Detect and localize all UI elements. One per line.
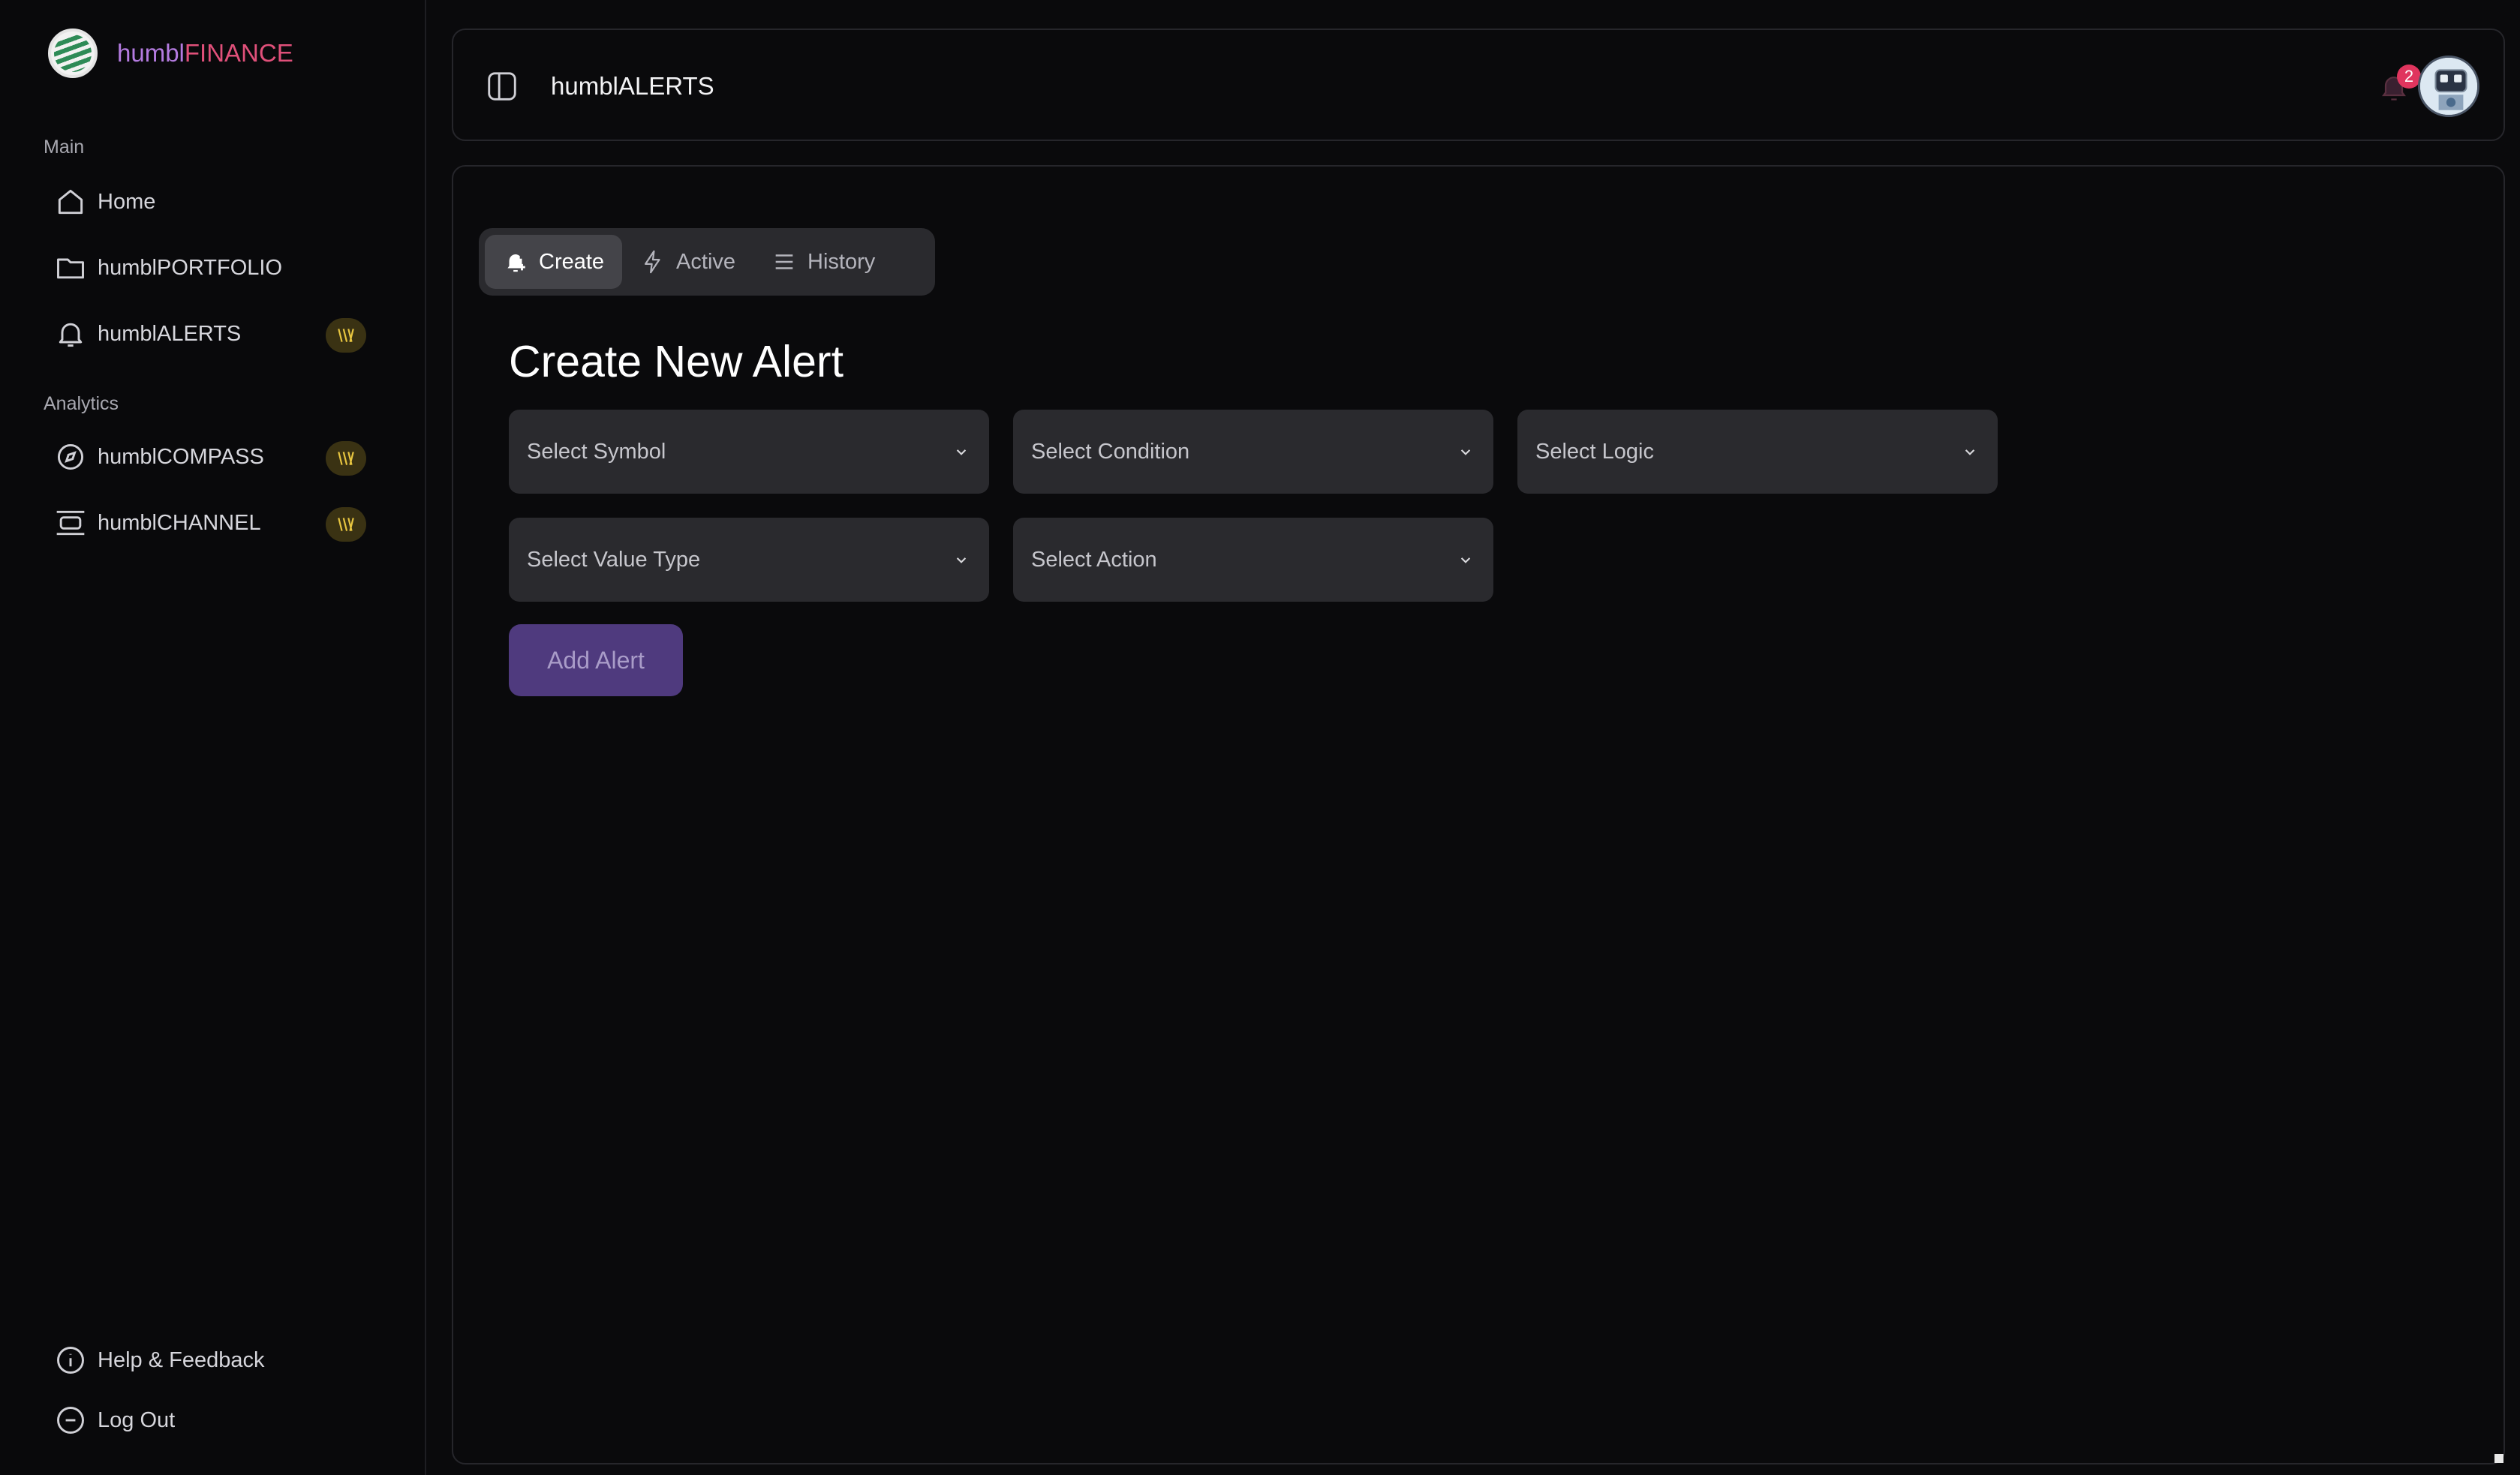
value-type-select[interactable]: Select Value Type	[509, 518, 989, 602]
sidebar-item-compass[interactable]: humblCOMPASS	[44, 431, 374, 483]
form-title: Create New Alert	[509, 337, 844, 386]
sidebar-item-label: humblCOMPASS	[98, 444, 264, 469]
page-title: humblALERTS	[551, 72, 714, 100]
tab-label: Create	[539, 249, 605, 274]
home-icon	[44, 176, 98, 228]
lightning-icon	[644, 250, 660, 274]
sidebar-item-home[interactable]: Home	[44, 176, 374, 228]
channel-icon	[44, 497, 98, 549]
resize-handle	[2494, 1454, 2503, 1463]
folder-icon	[44, 242, 98, 294]
select-value: Select Value Type	[527, 547, 701, 572]
bell-plus-icon	[507, 254, 525, 272]
select-value: Select Logic	[1535, 439, 1654, 464]
sidebar-item-logout[interactable]: Log Out	[44, 1394, 374, 1446]
premium-badge-icon	[326, 441, 366, 476]
chevron-down-icon	[956, 449, 967, 455]
select-value: Select Action	[1031, 547, 1157, 572]
compass-icon	[44, 431, 98, 483]
sidebar-item-help[interactable]: Help & Feedback	[44, 1334, 374, 1386]
brand-name: humblFINANCE	[117, 39, 293, 67]
avatar[interactable]	[2418, 56, 2479, 117]
select-value: Select Symbol	[527, 439, 666, 464]
chevron-down-icon	[1460, 557, 1471, 563]
premium-badge-icon	[326, 507, 366, 542]
sidebar-item-channel[interactable]: humblCHANNEL	[44, 497, 374, 549]
brand-logo-icon	[48, 29, 98, 78]
select-value: Select Condition	[1031, 439, 1190, 464]
tab-active[interactable]: Active	[622, 235, 753, 289]
section-label-main: Main	[44, 137, 85, 158]
sidebar-item-label: humblCHANNEL	[98, 510, 261, 535]
top-header: humblALERTS 2	[452, 29, 2505, 141]
tab-label: History	[807, 249, 876, 274]
chevron-down-icon	[1965, 449, 1975, 455]
sidebar-item-label: Help & Feedback	[98, 1347, 265, 1372]
tab-label: Active	[676, 249, 736, 274]
premium-badge-icon	[326, 318, 366, 353]
tab-create[interactable]: Create	[485, 235, 623, 289]
section-label-analytics: Analytics	[44, 393, 119, 414]
sidebar: humblFINANCE Main Home humblPORTFOLIO hu…	[0, 0, 426, 1475]
alert-tabs: Create Active History	[479, 228, 935, 296]
info-icon	[44, 1334, 98, 1386]
list-icon	[775, 254, 793, 269]
sidebar-item-portfolio[interactable]: humblPORTFOLIO	[44, 242, 374, 294]
brand[interactable]: humblFINANCE	[48, 29, 293, 78]
sidebar-item-label: Log Out	[98, 1407, 176, 1432]
sidebar-toggle-icon[interactable]	[485, 69, 519, 104]
tab-history[interactable]: History	[753, 235, 893, 289]
main-panel: Create Active History Create New Alert S…	[452, 165, 2505, 1464]
add-alert-button[interactable]: Add Alert	[509, 624, 683, 696]
action-select[interactable]: Select Action	[1013, 518, 1493, 602]
sidebar-item-alerts[interactable]: humblALERTS	[44, 308, 374, 360]
bell-icon	[44, 308, 98, 360]
sidebar-item-label: humblALERTS	[98, 321, 242, 346]
sidebar-item-label: humblPORTFOLIO	[98, 255, 283, 280]
logic-select[interactable]: Select Logic	[1517, 410, 1998, 494]
chevron-down-icon	[1460, 449, 1471, 455]
condition-select[interactable]: Select Condition	[1013, 410, 1493, 494]
logout-icon	[44, 1394, 98, 1446]
symbol-select[interactable]: Select Symbol	[509, 410, 989, 494]
chevron-down-icon	[956, 557, 967, 563]
sidebar-item-label: Home	[98, 189, 156, 214]
